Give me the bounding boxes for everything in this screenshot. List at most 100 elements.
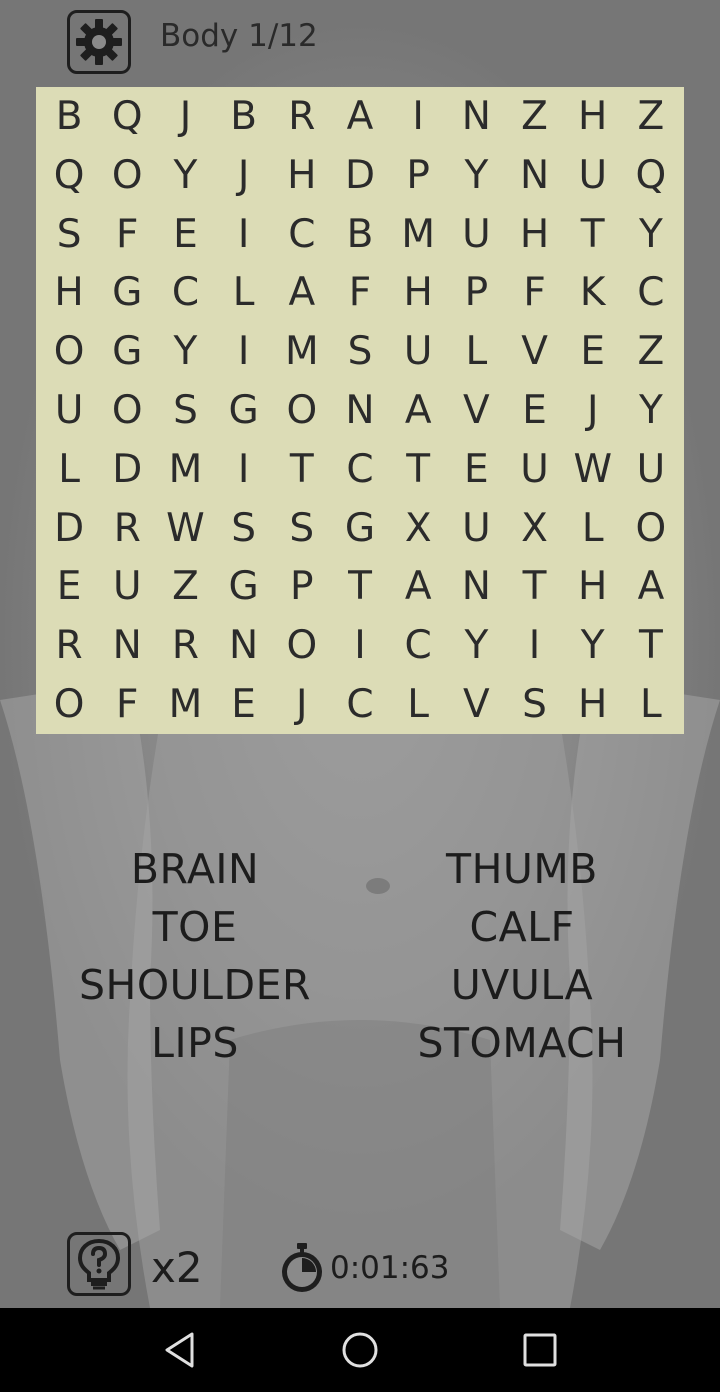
grid-cell[interactable]: T	[389, 440, 447, 499]
grid-cell[interactable]: N	[98, 616, 156, 675]
grid-cell[interactable]: V	[447, 675, 505, 734]
grid-cell[interactable]: A	[273, 263, 331, 322]
grid-cell[interactable]: A	[622, 558, 680, 617]
grid-cell[interactable]: D	[331, 146, 389, 205]
grid-cell[interactable]: E	[215, 675, 273, 734]
grid-cell[interactable]: E	[40, 558, 98, 617]
grid-cell[interactable]: O	[98, 381, 156, 440]
grid-cell[interactable]: D	[40, 499, 98, 558]
grid-cell[interactable]: H	[564, 675, 622, 734]
grid-cell[interactable]: D	[98, 440, 156, 499]
grid-cell[interactable]: Y	[447, 616, 505, 675]
grid-cell[interactable]: T	[622, 616, 680, 675]
grid-cell[interactable]: A	[389, 381, 447, 440]
grid-cell[interactable]: R	[40, 616, 98, 675]
grid-cell[interactable]: E	[564, 322, 622, 381]
grid-cell[interactable]: T	[505, 558, 563, 617]
grid-cell[interactable]: U	[447, 499, 505, 558]
grid-cell[interactable]: S	[331, 322, 389, 381]
grid-cell[interactable]: A	[389, 558, 447, 617]
grid-cell[interactable]: W	[564, 440, 622, 499]
grid-cell[interactable]: Z	[505, 87, 563, 146]
grid-cell[interactable]: E	[156, 205, 214, 264]
grid-cell[interactable]: T	[273, 440, 331, 499]
grid-cell[interactable]: L	[215, 263, 273, 322]
grid-cell[interactable]: M	[156, 675, 214, 734]
grid-cell[interactable]: H	[505, 205, 563, 264]
grid-cell[interactable]: X	[505, 499, 563, 558]
grid-cell[interactable]: U	[622, 440, 680, 499]
grid-cell[interactable]: S	[273, 499, 331, 558]
nav-back-button[interactable]	[150, 1320, 210, 1380]
settings-button[interactable]	[67, 10, 131, 74]
grid-cell[interactable]: I	[331, 616, 389, 675]
grid-cell[interactable]: R	[273, 87, 331, 146]
grid-cell[interactable]: O	[273, 381, 331, 440]
grid-cell[interactable]: P	[447, 263, 505, 322]
grid-cell[interactable]: B	[40, 87, 98, 146]
grid-cell[interactable]: G	[98, 263, 156, 322]
grid-cell[interactable]: B	[331, 205, 389, 264]
grid-cell[interactable]: P	[389, 146, 447, 205]
grid-cell[interactable]: Y	[622, 205, 680, 264]
grid-cell[interactable]: S	[505, 675, 563, 734]
grid-cell[interactable]: F	[331, 263, 389, 322]
grid-cell[interactable]: C	[156, 263, 214, 322]
grid-cell[interactable]: I	[215, 440, 273, 499]
grid-cell[interactable]: W	[156, 499, 214, 558]
grid-cell[interactable]: Y	[447, 146, 505, 205]
grid-cell[interactable]: M	[389, 205, 447, 264]
grid-cell[interactable]: Y	[156, 146, 214, 205]
letter-grid[interactable]: BQJBRAINZHZQOYJHDPYNUQSFEICBMUHTYHGCLAFH…	[36, 87, 684, 734]
grid-cell[interactable]: H	[564, 558, 622, 617]
grid-cell[interactable]: Q	[98, 87, 156, 146]
grid-cell[interactable]: H	[564, 87, 622, 146]
grid-cell[interactable]: I	[505, 616, 563, 675]
grid-cell[interactable]: J	[564, 381, 622, 440]
grid-cell[interactable]: H	[389, 263, 447, 322]
hint-button[interactable]	[67, 1232, 131, 1296]
grid-cell[interactable]: V	[505, 322, 563, 381]
grid-cell[interactable]: G	[215, 381, 273, 440]
grid-cell[interactable]: U	[505, 440, 563, 499]
grid-cell[interactable]: S	[156, 381, 214, 440]
grid-cell[interactable]: C	[331, 675, 389, 734]
grid-cell[interactable]: U	[564, 146, 622, 205]
grid-cell[interactable]: G	[98, 322, 156, 381]
grid-cell[interactable]: Z	[622, 87, 680, 146]
grid-cell[interactable]: O	[273, 616, 331, 675]
grid-cell[interactable]: N	[331, 381, 389, 440]
grid-cell[interactable]: L	[564, 499, 622, 558]
grid-cell[interactable]: O	[98, 146, 156, 205]
grid-cell[interactable]: U	[40, 381, 98, 440]
grid-cell[interactable]: C	[389, 616, 447, 675]
grid-cell[interactable]: G	[215, 558, 273, 617]
grid-cell[interactable]: S	[215, 499, 273, 558]
grid-cell[interactable]: Y	[564, 616, 622, 675]
grid-cell[interactable]: J	[156, 87, 214, 146]
grid-cell[interactable]: H	[40, 263, 98, 322]
grid-cell[interactable]: F	[505, 263, 563, 322]
grid-cell[interactable]: O	[40, 675, 98, 734]
grid-cell[interactable]: J	[215, 146, 273, 205]
grid-cell[interactable]: Z	[156, 558, 214, 617]
grid-cell[interactable]: T	[331, 558, 389, 617]
grid-cell[interactable]: L	[622, 675, 680, 734]
grid-cell[interactable]: Y	[622, 381, 680, 440]
grid-cell[interactable]: N	[447, 558, 505, 617]
grid-cell[interactable]: R	[156, 616, 214, 675]
nav-recents-button[interactable]	[510, 1320, 570, 1380]
grid-cell[interactable]: N	[447, 87, 505, 146]
grid-cell[interactable]: L	[389, 675, 447, 734]
grid-cell[interactable]: Q	[40, 146, 98, 205]
grid-cell[interactable]: I	[215, 322, 273, 381]
grid-cell[interactable]: I	[215, 205, 273, 264]
grid-cell[interactable]: J	[273, 675, 331, 734]
grid-cell[interactable]: A	[331, 87, 389, 146]
grid-cell[interactable]: H	[273, 146, 331, 205]
grid-cell[interactable]: U	[389, 322, 447, 381]
grid-cell[interactable]: O	[622, 499, 680, 558]
nav-home-button[interactable]	[330, 1320, 390, 1380]
grid-cell[interactable]: R	[98, 499, 156, 558]
grid-cell[interactable]: E	[447, 440, 505, 499]
